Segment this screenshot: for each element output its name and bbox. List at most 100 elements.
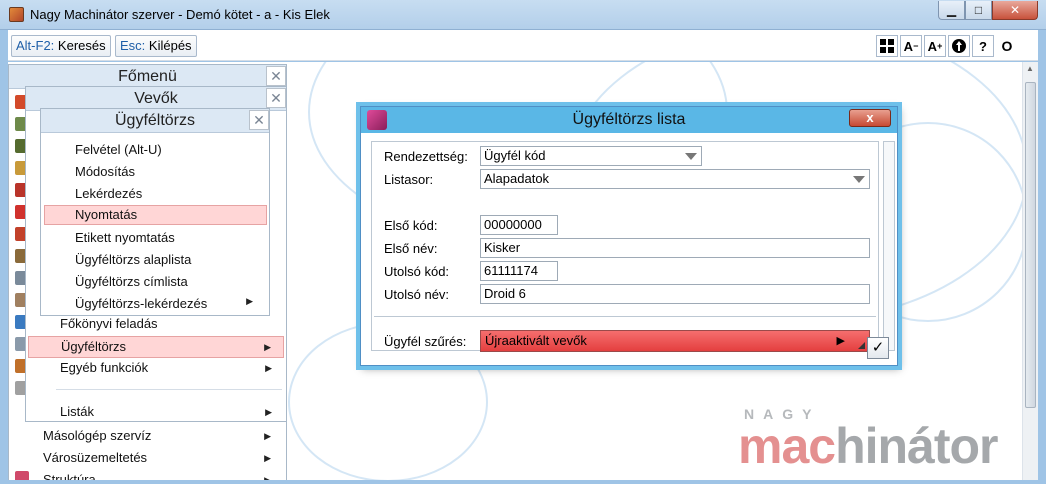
help-icon[interactable]: ? (972, 35, 994, 57)
menu-item-label: Egyéb funkciók (60, 360, 149, 375)
play-icon[interactable]: ▶ (837, 334, 845, 347)
menu-item-ugyfeltorzs-lekerdezes[interactable]: Ügyféltörzs-lekérdezés ▶ (75, 296, 267, 316)
menu-icon (15, 471, 29, 480)
menu-item-listak[interactable]: Listák ▶ (58, 403, 284, 423)
ugyfel-szures-select[interactable]: Újraaktivált vevők ▶ (480, 330, 870, 352)
exit-shortcut: Esc: (120, 38, 146, 53)
ok-button[interactable]: ✓ (867, 337, 889, 359)
menu-item-struktura[interactable]: Struktúra ▶ (43, 471, 283, 480)
listasor-value: Alapadatok (484, 171, 550, 186)
szures-value: Újraaktivált vevők (485, 333, 587, 348)
listasor-select[interactable]: Alapadatok (480, 169, 870, 189)
menu-item-label: Felvétel (Alt-U) (75, 142, 162, 157)
menu-item-label: Ügyféltörzs (61, 339, 127, 354)
szures-label: Ügyfél szűrés: (384, 334, 467, 349)
submenu-arrow-icon: ▶ (264, 431, 271, 441)
dialog-titlebar: Ügyféltörzs lista x (361, 107, 897, 133)
dialog-form: Rendezettség: Ügyfél kód Listasor: Alapa… (371, 141, 879, 352)
menu-item-alaplista[interactable]: Ügyféltörzs alaplista (75, 252, 265, 272)
font-smaller-glyph: A (903, 38, 914, 54)
menu-item-label: Főkönyvi feladás (60, 316, 158, 331)
form-divider (374, 316, 876, 317)
window-titlebar: Nagy Machinátor szerver - Demó kötet - a… (0, 0, 1046, 30)
main-menu-close-icon[interactable]: ✕ (266, 66, 286, 86)
toolbar: Alt-F2: Keresés Esc: Kilépés A − A + ? O (8, 30, 1038, 61)
font-larger-icon[interactable]: A + (924, 35, 946, 57)
submenu-arrow-icon: ▶ (265, 363, 272, 373)
rendezettseg-value: Ügyfél kód (484, 148, 546, 163)
listasor-label: Listasor: (384, 172, 434, 187)
minimize-button[interactable]: ▁ (938, 1, 965, 20)
toolbar-icons: A − A + ? O (876, 35, 1018, 57)
maximize-button[interactable]: □ (965, 1, 992, 20)
exit-button[interactable]: Esc: Kilépés (115, 35, 197, 57)
menu-item-egyeb-funkciok[interactable]: Egyéb funkciók ▶ (58, 359, 284, 379)
menu-item-fokonyvi-feladas[interactable]: Főkönyvi feladás (58, 315, 284, 335)
scroll-up-arrow-icon[interactable]: ▲ (1026, 64, 1036, 74)
search-button[interactable]: Alt-F2: Keresés (11, 35, 111, 57)
menu-item-label: Ügyféltörzs címlista (75, 274, 188, 289)
utolso-kod-input[interactable]: 61111174 (480, 261, 558, 281)
rendezettseg-label: Rendezettség: (384, 149, 468, 164)
dropdown-arrow-icon (853, 176, 865, 183)
corner-marker-icon (858, 342, 865, 349)
menu-item-label: Listák (60, 404, 94, 419)
font-larger-glyph: A (927, 38, 938, 54)
menu-item-label: Lekérdezés (75, 186, 143, 201)
elso-nev-label: Első név: (384, 241, 438, 256)
submenu-arrow-icon: ▶ (264, 342, 271, 352)
logo-main-text: machinátor (738, 421, 999, 471)
rendezettseg-select[interactable]: Ügyfél kód (480, 146, 702, 166)
vevok-menu-close-icon[interactable]: ✕ (266, 88, 286, 108)
brand-logo: NAGY machinátor (738, 406, 999, 471)
ugyfeltorzs-menu-close-icon[interactable]: ✕ (249, 110, 269, 130)
menu-item-label: Nyomtatás (75, 207, 138, 222)
menu-item-etikett-nyomtatas[interactable]: Etikett nyomtatás (75, 230, 265, 250)
utolso-nev-label: Utolsó név: (384, 287, 450, 302)
main-menu-title: Főmenü (118, 68, 177, 85)
submenu-arrow-icon: ▶ (264, 475, 271, 480)
utolso-nev-input[interactable]: Droid 6 (480, 284, 870, 304)
vevok-menu-title: Vevők (134, 90, 178, 107)
workspace-scrollbar[interactable]: ▲ (1022, 62, 1038, 480)
remote-icon[interactable] (948, 35, 970, 57)
menu-divider (56, 389, 282, 390)
close-window-button[interactable]: ✕ (992, 1, 1038, 20)
window-title: Nagy Machinátor szerver - Demó kötet - a… (30, 7, 330, 22)
menu-item-felvetel[interactable]: Felvétel (Alt-U) (75, 142, 265, 162)
utolso-kod-label: Utolsó kód: (384, 264, 450, 279)
ugyfeltorzs-menu-title: Ügyféltörzs (114, 112, 196, 129)
menu-item-varosuzemeltetes[interactable]: Városüzemeltetés ▶ (43, 449, 283, 469)
logo-part-b: hinátor (835, 418, 998, 474)
app-icon (9, 7, 24, 22)
menu-item-ugyfeltorzs[interactable]: Ügyféltörzs ▶ (28, 336, 284, 358)
elso-kod-label: Első kód: (384, 218, 438, 233)
exit-label: Kilépés (148, 38, 192, 53)
menu-item-label: Etikett nyomtatás (75, 230, 175, 245)
dialog-title: Ügyféltörzs lista (572, 111, 686, 128)
ugyfeltorzs-lista-dialog: Ügyféltörzs lista x Rendezettség: Ügyfél… (360, 106, 898, 366)
ugyfeltorzs-menu-header: Ügyféltörzs ✕ (41, 109, 269, 133)
menu-item-label: Ügyféltörzs-lekérdezés (75, 296, 208, 311)
menu-item-masologep[interactable]: Másológép szervíz ▶ (43, 427, 283, 447)
submenu-arrow-icon: ▶ (246, 296, 253, 306)
grid-icon[interactable] (876, 35, 898, 57)
scroll-thumb[interactable] (1025, 82, 1036, 408)
dropdown-arrow-icon (685, 153, 697, 160)
elso-kod-input[interactable]: 00000000 (480, 215, 558, 235)
submenu-arrow-icon: ▶ (264, 453, 271, 463)
elso-nev-input[interactable]: Kisker (480, 238, 870, 258)
status-circle-icon: O (1001, 38, 1013, 54)
dialog-close-button[interactable]: x (849, 109, 891, 127)
menu-item-nyomtatas[interactable]: Nyomtatás (44, 205, 267, 225)
menu-item-label: Módosítás (75, 164, 135, 179)
ugyfeltorzs-menu-panel: Ügyféltörzs ✕ Felvétel (Alt-U) Módosítás… (40, 108, 270, 316)
window-controls: ▁ □ ✕ (938, 1, 1038, 20)
menu-item-cimlista[interactable]: Ügyféltörzs címlista (75, 274, 265, 294)
logo-part-a: mac (738, 418, 836, 474)
menu-item-label: Struktúra (43, 472, 96, 480)
menu-item-modositas[interactable]: Módosítás (75, 164, 265, 184)
menu-item-lekerdezes[interactable]: Lekérdezés (75, 186, 265, 206)
font-smaller-icon[interactable]: A − (900, 35, 922, 57)
workspace: ▲ Főmenü ✕ Másológép szervíz ▶ Városüzem… (8, 62, 1038, 480)
